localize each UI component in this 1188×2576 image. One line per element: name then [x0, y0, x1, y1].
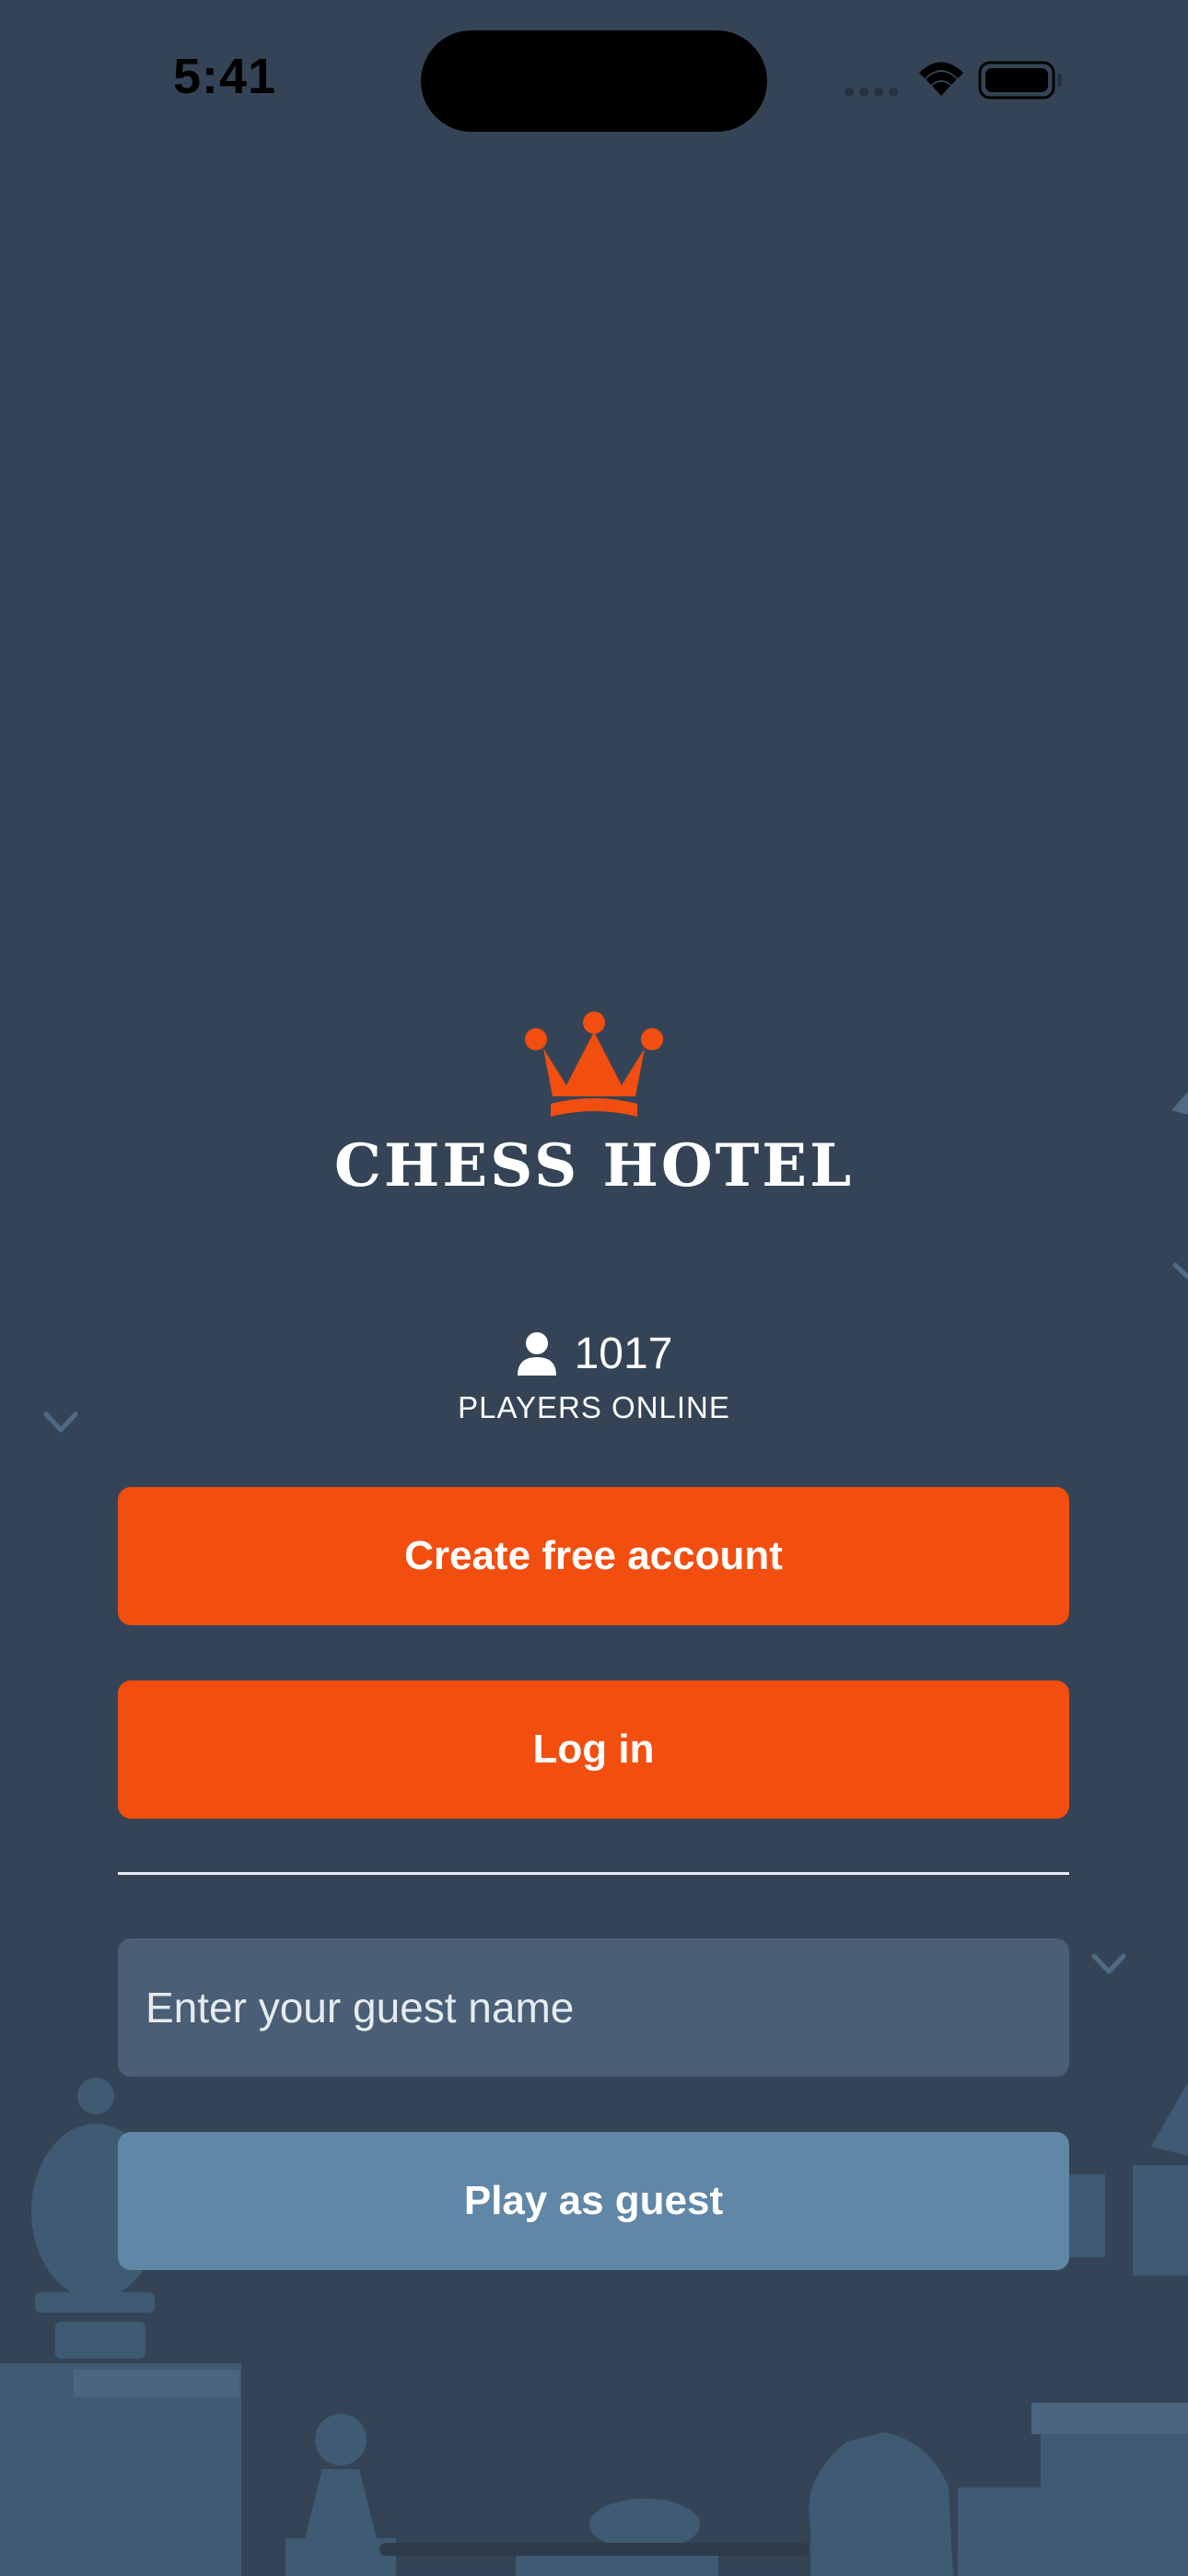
dynamic-island [421, 30, 767, 132]
person-icon [517, 1331, 556, 1376]
guest-name-input[interactable] [118, 1938, 1069, 2077]
wifi-icon [919, 62, 963, 96]
home-indicator [379, 2543, 809, 2556]
app-screen: 5:41 CHESS HOTEL 1017 PLAYERS ONLINE Cre… [0, 0, 1188, 2576]
create-account-button[interactable]: Create free account [118, 1487, 1069, 1625]
status-icons [844, 61, 1062, 100]
status-time: 5:41 [173, 49, 277, 104]
status-bar: 5:41 [0, 0, 1188, 157]
battery-icon [978, 61, 1062, 100]
players-online-count: 1017 [574, 1329, 673, 1378]
play-as-guest-button[interactable]: Play as guest [118, 2132, 1069, 2270]
divider [118, 1872, 1069, 1875]
players-online-label: PLAYERS ONLINE [458, 1390, 730, 1424]
players-online: 1017 PLAYERS ONLINE [0, 1329, 1188, 1425]
signal-icon [844, 88, 898, 97]
login-button[interactable]: Log in [118, 1680, 1069, 1819]
brand-logo-text: CHESS HOTEL [333, 1131, 855, 1200]
chevron-down-icon [1091, 1953, 1126, 1974]
crown-icon [525, 1012, 663, 1117]
